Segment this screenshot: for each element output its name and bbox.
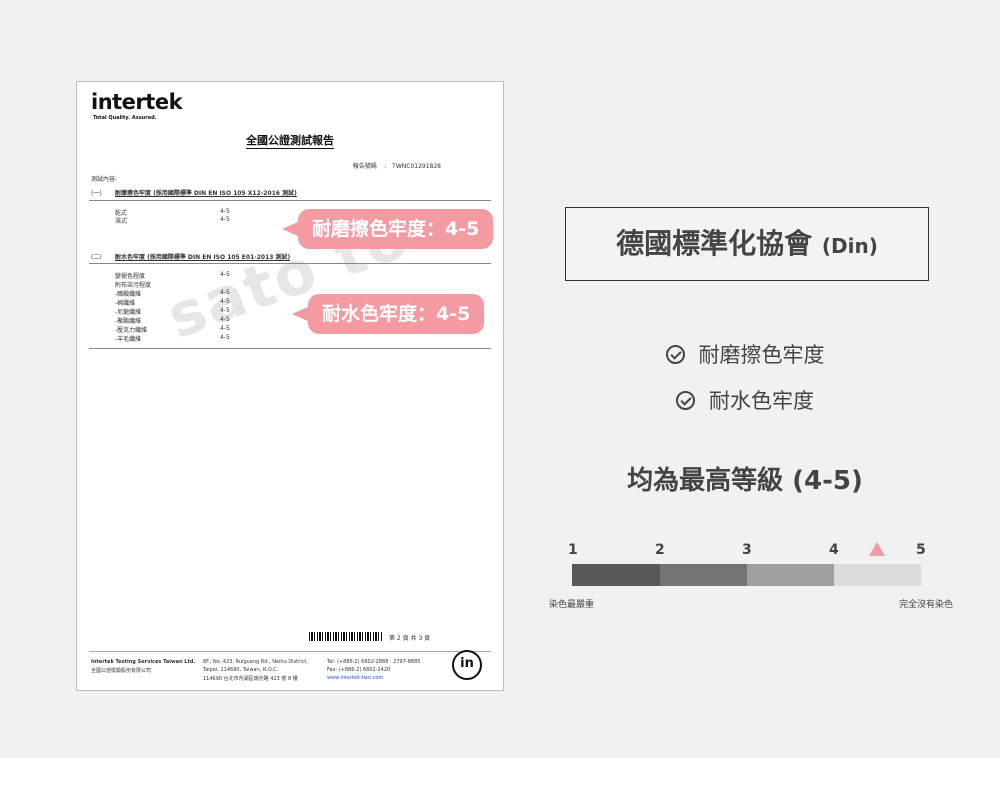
address-line: 8F., No. 423, Ruiguang Rd., Neihu Distri…	[203, 659, 308, 665]
rub-fastness-callout: 耐磨擦色牢度：4-5	[281, 209, 494, 249]
check-item: 耐磨擦色牢度	[560, 339, 930, 369]
divider	[89, 200, 491, 201]
company-zh: 全國公證檢驗股份有限公司	[91, 668, 152, 674]
scale-number: 5	[916, 542, 926, 558]
section1-title: 耐摩擦色牢度 (採用國際標準 DIN EN ISO 105 X12-2016 測…	[115, 190, 297, 197]
footer-divider	[89, 651, 491, 652]
din-suffix: (Din)	[821, 234, 878, 258]
water-fastness-callout: 耐水色牢度：4-5	[291, 294, 485, 334]
divider	[89, 348, 491, 349]
row-label: -尼龍纖維	[115, 309, 142, 316]
tel: Tel: (+886-2) 6602-2888 · 2797-8885	[327, 659, 421, 665]
row-value: 4-5	[220, 325, 230, 332]
row-value: 4-5	[220, 216, 230, 223]
row-label: 變褪色程度	[115, 273, 146, 280]
page-info: 第 2 頁 共 3 頁	[389, 635, 431, 642]
check-circle-icon	[676, 391, 695, 410]
scale-segment	[747, 564, 834, 586]
address-line: 114690 台北市內湖區瑞光路 423 號 8 樓	[203, 676, 298, 682]
row-label: 濕式	[115, 218, 128, 225]
divider	[89, 263, 491, 264]
row-value: 4-5	[220, 289, 230, 296]
scale-number: 1	[568, 542, 578, 558]
stage: sato to intertek Total Quality. Assured.…	[0, 0, 1000, 758]
headline: 均為最高等級 (4-5)	[627, 466, 863, 496]
row-label: 附布染污程度	[115, 282, 152, 289]
scale-segment	[572, 564, 660, 586]
company-en: Intertek Testing Services Taiwan Ltd.	[91, 659, 196, 665]
content-label: 測試內容:	[91, 176, 118, 183]
check-circle-icon	[665, 345, 685, 364]
row-label: -羊毛纖維	[115, 336, 142, 343]
row-label: -棉纖維	[115, 300, 136, 307]
logo-tagline: Total Quality. Assured.	[93, 115, 157, 121]
address-line: Taipei, 114690, Taiwan, R.O.C.	[203, 667, 279, 673]
din-standard-box: 德國標準化協會 (Din)	[565, 207, 929, 281]
scale-number: 4	[829, 542, 839, 558]
scale-number: 3	[742, 542, 752, 558]
fax: Fax: (+886-2) 6602-2420	[327, 667, 391, 673]
scale-segment	[660, 564, 747, 586]
rating-marker-icon	[869, 542, 886, 556]
row-label: -醋酸纖維	[115, 291, 142, 298]
website-link[interactable]: www.intertek-twn.com	[327, 675, 383, 681]
scale-number: 2	[655, 542, 665, 558]
intertek-badge-icon: in	[452, 650, 482, 680]
row-value: 4-5	[220, 298, 230, 305]
scale-segment	[834, 564, 921, 586]
section2-num: (二)	[91, 254, 102, 261]
report-title: 全國公證測試報告	[246, 134, 334, 149]
scale-right-label: 完全沒有染色	[899, 600, 954, 610]
barcode	[309, 632, 383, 641]
row-value: 4-5	[220, 307, 230, 314]
din-title: 德國標準化協會	[616, 227, 813, 260]
test-report-document: sato to intertek Total Quality. Assured.…	[76, 81, 504, 691]
scale-left-label: 染色最嚴重	[549, 600, 595, 610]
row-value: 4-5	[220, 334, 230, 341]
row-label: -聚酯纖維	[115, 318, 142, 325]
check-item: 耐水色牢度	[560, 385, 930, 415]
report-number: 報告號碼 : TWNC01291828	[352, 163, 441, 170]
row-value: 4-5	[220, 316, 230, 323]
row-value: 4-5	[220, 208, 230, 215]
intertek-logo: intertek	[91, 90, 183, 114]
section1-num: (一)	[91, 190, 102, 197]
row-value: 4-5	[220, 271, 230, 278]
section2-title: 耐水色牢度 (採用國際標準 DIN EN ISO 105 E01-2013 測試…	[115, 254, 291, 261]
row-label: -壓克力纖維	[115, 327, 148, 334]
